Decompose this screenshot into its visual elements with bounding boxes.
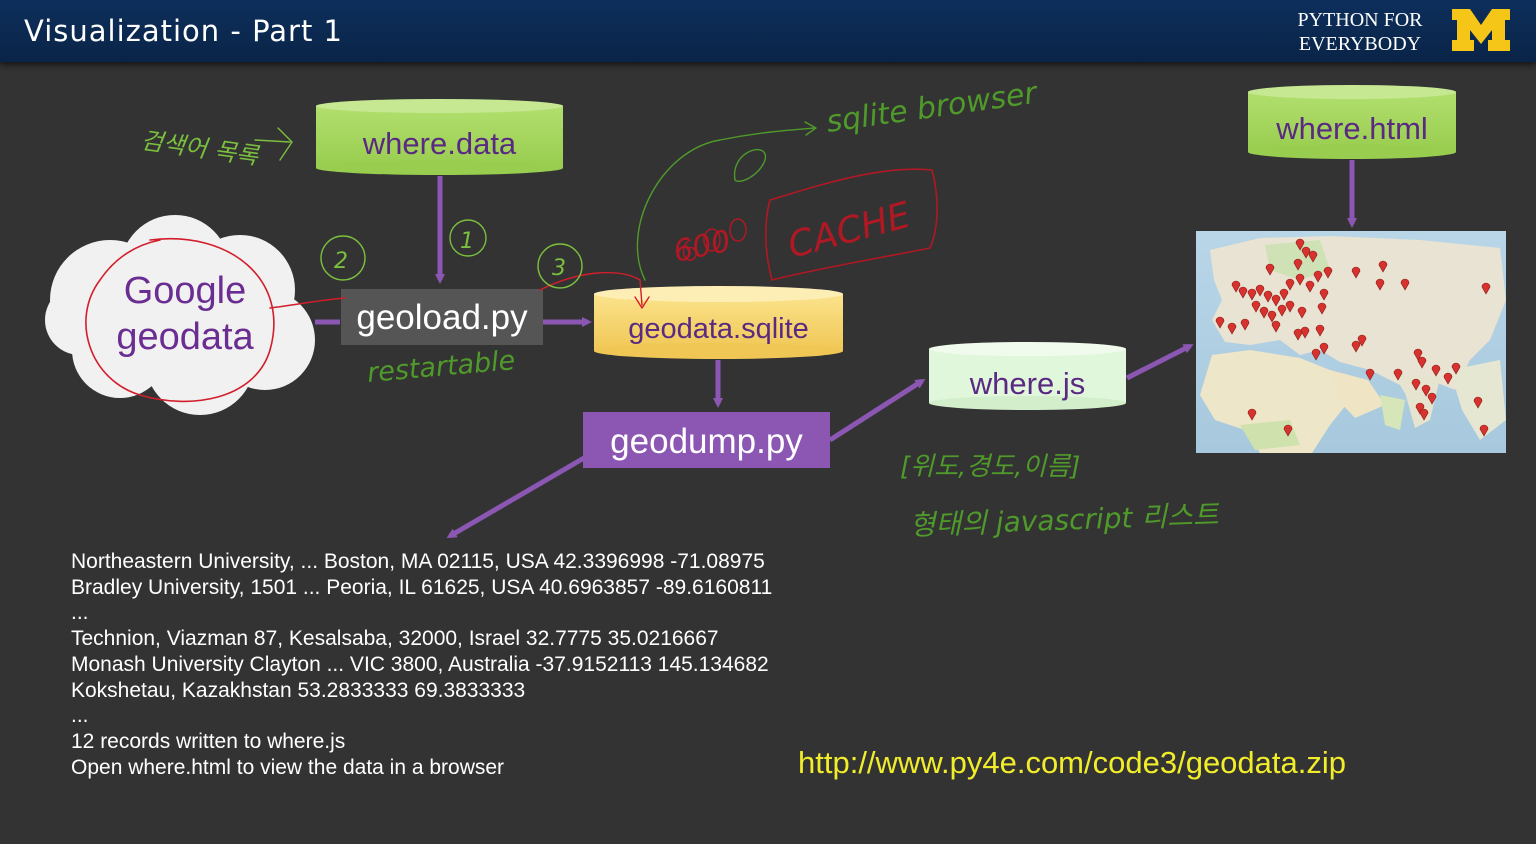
annotation-count: 600 (670, 224, 733, 270)
annotation-js-list-line-2: 형태의 javascript 리스트 (909, 498, 1220, 542)
annotation-search-target: 검색어 목록 (139, 126, 262, 170)
annotation-sqlite-browser: sqlite browser (824, 76, 1040, 140)
annotation-cache: CACHE (784, 195, 915, 267)
annotation-js-list-line-1: [위도,경도,이름] (900, 452, 1080, 482)
annotation-restartable: restartable (366, 345, 517, 389)
handwritten-annotations: 검색어 목록 sqlite browser restartable 600 CA… (85, 76, 1220, 542)
annotation-step-1: 1 (460, 229, 474, 254)
annotation-step-3: 3 (552, 256, 566, 281)
annotation-step-2: 2 (334, 249, 348, 274)
